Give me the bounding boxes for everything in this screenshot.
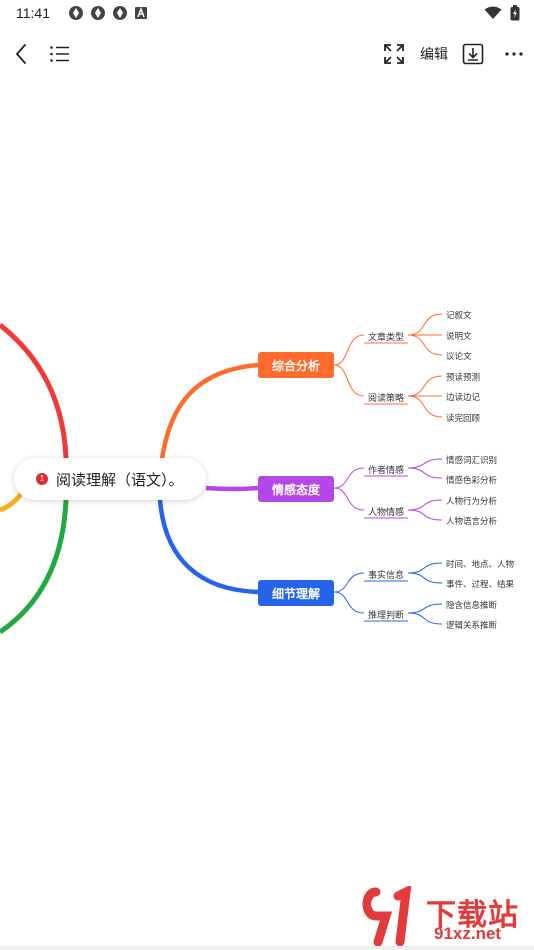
connector-qinggan	[205, 485, 259, 492]
mindmap-connectors	[0, 313, 443, 635]
more-button[interactable]	[502, 40, 526, 68]
root-node[interactable]: 1 阅读理解（语文）。	[14, 458, 206, 500]
download-button[interactable]	[461, 40, 485, 68]
toolbar: 编辑	[0, 34, 534, 74]
leaf-node[interactable]: 事件、过程、结果	[446, 578, 514, 590]
leaf-node[interactable]: 时间、地点、人物	[446, 558, 514, 570]
sub-node-tuili[interactable]: 推理判断	[368, 608, 404, 621]
system-icons	[484, 5, 520, 21]
bottom-nav-bar	[0, 946, 534, 950]
sub-node-yuedu[interactable]: 阅读策略	[368, 391, 404, 404]
leaf-node[interactable]: 预读预测	[446, 371, 480, 383]
leaf-node[interactable]: 人物语言分析	[446, 515, 497, 527]
sub-node-wenzhang[interactable]: 文章类型	[368, 330, 404, 343]
leaf-node[interactable]: 情感词汇识别	[446, 454, 497, 466]
watermark: 下载站 91xz.net	[362, 886, 534, 948]
left-branch-yellow	[0, 490, 25, 513]
sub-node-shishi[interactable]: 事实信息	[368, 568, 404, 581]
edit-button[interactable]: 编辑	[418, 40, 450, 68]
status-time: 11:41	[16, 5, 50, 21]
leaf-node[interactable]: 情感色彩分析	[446, 474, 497, 486]
a-app-icon	[135, 6, 147, 19]
leaf-node[interactable]: 逻辑关系推断	[446, 619, 497, 631]
left-branch-green	[0, 499, 69, 635]
leaf-node[interactable]: 读完回顾	[446, 412, 480, 424]
mindmap-canvas[interactable]: 1 阅读理解（语文）。 综合分析 情感态度 细节理解 文章类型 阅读策略 作者情…	[0, 80, 534, 940]
fullscreen-icon	[384, 44, 404, 64]
outline-button[interactable]	[48, 40, 72, 68]
connector-xijie	[157, 499, 259, 595]
back-button[interactable]	[10, 40, 32, 68]
leaf-node[interactable]: 边读边记	[446, 391, 480, 403]
sync-icon	[69, 6, 83, 20]
more-icon	[505, 52, 523, 56]
watermark-logo-icon	[362, 886, 412, 946]
branch-node-zonghe[interactable]: 综合分析	[258, 352, 334, 378]
root-title: 阅读理解（语文）。	[56, 470, 184, 489]
watermark-url: 91xz.net	[434, 924, 502, 943]
sub-node-renwu[interactable]: 人物情感	[368, 505, 404, 518]
leaf-node[interactable]: 人物行为分析	[446, 495, 497, 507]
chevron-left-icon	[15, 44, 26, 64]
branch-node-qinggan[interactable]: 情感态度	[258, 476, 334, 502]
leaf-node[interactable]: 记叙文	[446, 309, 472, 321]
status-bar: 11:41	[0, 0, 534, 28]
sync-icon	[113, 6, 127, 20]
branch-node-xijie[interactable]: 细节理解	[258, 580, 334, 606]
sub-node-zuozhe[interactable]: 作者情感	[368, 463, 404, 476]
battery-charging-icon	[510, 5, 520, 21]
sync-icon	[91, 6, 105, 20]
root-badge: 1	[36, 473, 48, 485]
wifi-icon	[484, 6, 502, 19]
notification-icons	[68, 5, 148, 21]
leaf-node[interactable]: 隐含信息推断	[446, 599, 497, 611]
leaf-node[interactable]: 议论文	[446, 350, 472, 362]
left-branch-red	[0, 323, 69, 480]
download-icon	[462, 43, 484, 65]
list-icon	[50, 46, 69, 62]
fullscreen-button[interactable]	[381, 40, 407, 68]
leaf-node[interactable]: 说明文	[446, 330, 472, 342]
